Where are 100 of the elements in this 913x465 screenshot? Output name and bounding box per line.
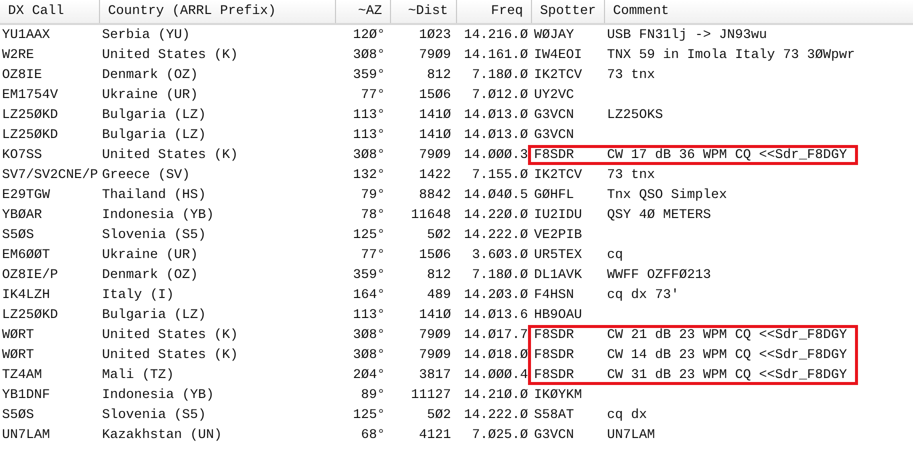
table-cell-text: 15Ø6 <box>418 248 452 262</box>
table-cell-text: SV7/SV2CNE/P <box>1 168 99 182</box>
table-cell-text: 77° <box>360 248 386 262</box>
table-cell-text: G3VCN <box>534 108 575 122</box>
table-cell-text: 164° <box>352 288 386 302</box>
column-header[interactable]: DX Call <box>0 0 100 23</box>
table-cell-text: 14.2Ø3.Ø <box>463 288 529 302</box>
table-cell: Tnx QSO Simplex <box>607 188 727 202</box>
table-cell: TNX 59 in Imola Italy 73 3ØWpwr <box>607 48 855 62</box>
table-cell-text: 14.Ø13.Ø <box>463 108 529 122</box>
table-cell-text: 3Ø8° <box>352 328 386 342</box>
table-cell-text: 359° <box>352 268 386 282</box>
table-cell: 73 tnx <box>607 68 655 82</box>
table-cell-text: 7.18Ø.Ø <box>471 268 529 282</box>
table-cell-text: F8SDR <box>534 368 575 382</box>
table-cell-text: S5ØS <box>1 408 35 422</box>
table-cell-text: 125° <box>352 408 386 422</box>
table-cell-text: 11127 <box>410 388 452 402</box>
table-cell-text: Bulgaria (LZ) <box>101 108 207 122</box>
table-cell-text: 3Ø8° <box>352 48 386 62</box>
table-cell-text: United States (K) <box>101 328 239 342</box>
table-cell-text: 77° <box>360 88 386 102</box>
table-cell-text: S5ØS <box>1 228 35 242</box>
column-header[interactable]: Spotter <box>532 0 605 23</box>
table-cell-text: 14.Ø18.Ø <box>463 348 529 362</box>
table-cell-text: Greece (SV) <box>101 168 191 182</box>
table-cell-text: 14.222.Ø <box>463 408 529 422</box>
table-cell-text: 141Ø <box>418 128 452 142</box>
column-header[interactable]: Comment <box>605 0 913 23</box>
table-cell: CW 14 dB 23 WPM CQ <<Sdr_F8DGY <box>607 348 847 362</box>
table-cell-text: F8SDR <box>534 148 575 162</box>
table-cell-text: 14.ØØØ.4 <box>463 368 529 382</box>
table-cell-text: 8842 <box>418 188 452 202</box>
table-cell-text: 3817 <box>418 368 452 382</box>
table-cell-text: 3Ø8° <box>352 148 386 162</box>
table-cell-text: 14.161.Ø <box>463 48 529 62</box>
table-cell-text: Italy (I) <box>101 288 175 302</box>
table-cell-text: 14.222.Ø <box>463 228 529 242</box>
table-cell-text: 141Ø <box>418 108 452 122</box>
table-cell: CW 17 dB 36 WPM CQ <<Sdr_F8DGY <box>607 148 847 162</box>
table-cell-text: IU2IDU <box>534 208 583 222</box>
table-cell-text: DL1AVK <box>534 268 583 282</box>
table-cell-text: United States (K) <box>101 348 239 362</box>
table-cell-text: UR5TEX <box>534 248 583 262</box>
table-cell-text: 132° <box>352 168 386 182</box>
table-cell-text: Slovenia (S5) <box>101 228 207 242</box>
table-cell-text: 7.Ø12.Ø <box>471 88 529 102</box>
table-cell-text: 12Ø° <box>352 28 386 42</box>
table-cell-text: YB1DNF <box>1 388 51 402</box>
table-cell-text: OZ8IE <box>1 68 43 82</box>
table-cell-text: Bulgaria (LZ) <box>101 128 207 142</box>
table-cell-text: 113° <box>352 108 386 122</box>
table-cell-text: LZ25ØKD <box>1 128 59 142</box>
table-cell-text: 359° <box>352 68 386 82</box>
table-cell-text: Denmark (OZ) <box>101 268 199 282</box>
table-cell-text: TZ4AM <box>1 368 43 382</box>
table-cell: cq dx 73' <box>607 288 679 302</box>
table-cell-text: IKØYKM <box>534 388 583 402</box>
table-cell-text: UN7LAM <box>1 428 51 442</box>
table-cell-text: LZ25ØKD <box>1 108 59 122</box>
table-cell-text: 79Ø9 <box>418 348 452 362</box>
table-cell-text: W2RE <box>1 48 35 62</box>
table-cell-text: KO7SS <box>1 148 43 162</box>
table-cell-text: 14.22Ø.Ø <box>463 208 529 222</box>
table-cell-text: Denmark (OZ) <box>101 68 199 82</box>
column-header[interactable]: ~Dist <box>391 0 457 23</box>
column-header[interactable]: Freq <box>457 0 532 23</box>
table-cell-text: 5Ø2 <box>426 228 452 242</box>
table-cell-text: OZ8IE/P <box>1 268 59 282</box>
table-cell-text: 141Ø <box>418 308 452 322</box>
table-cell-text: 79Ø9 <box>418 148 452 162</box>
table-cell-text: HB9OAU <box>534 308 583 322</box>
table-cell-text: G3VCN <box>534 128 575 142</box>
table-cell-text: UY2VC <box>534 88 575 102</box>
table-cell-text: 79Ø9 <box>418 48 452 62</box>
column-header[interactable]: ~AZ <box>336 0 391 23</box>
table-cell-text: WØRT <box>1 328 35 342</box>
table-cell-text: 1Ø23 <box>418 28 452 42</box>
table-cell-text: Indonesia (YB) <box>101 388 215 402</box>
table-cell-text: 14.Ø17.7 <box>463 328 529 342</box>
table-cell-text: United States (K) <box>101 48 239 62</box>
table-cell-text: IW4EOI <box>534 48 583 62</box>
table-cell-text: 2Ø4° <box>352 368 386 382</box>
table-cell-text: YBØAR <box>1 208 43 222</box>
table-cell-text: Serbia (YU) <box>101 28 191 42</box>
table-cell-text: 7.18Ø.Ø <box>471 68 529 82</box>
table-cell-text: 812 <box>426 268 452 282</box>
table-cell-text: 79Ø9 <box>418 328 452 342</box>
table-cell: CW 31 dB 23 WPM CQ <<Sdr_F8DGY <box>607 368 847 382</box>
column-header[interactable]: Country (ARRL Prefix) <box>100 0 336 23</box>
table-cell-text: Indonesia (YB) <box>101 208 215 222</box>
table-cell-text: 1422 <box>418 168 452 182</box>
table-cell-text: 5Ø2 <box>426 408 452 422</box>
table-cell-text: F8SDR <box>534 348 575 362</box>
table-cell-text: Thailand (HS) <box>101 188 207 202</box>
table-cell-text: 7.155.Ø <box>471 168 529 182</box>
table-cell-text: 14.ØØØ.3 <box>463 148 529 162</box>
table-cell-text: Kazakhstan (UN) <box>101 428 223 442</box>
table-cell-text: Slovenia (S5) <box>101 408 207 422</box>
table-cell-text: 14.Ø13.Ø <box>463 128 529 142</box>
